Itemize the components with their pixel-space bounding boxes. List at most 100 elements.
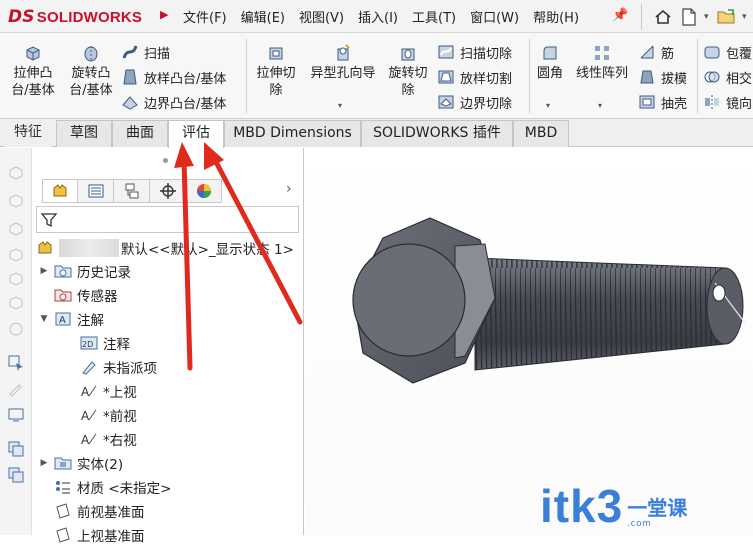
chevron-down-icon[interactable]: ▾ xyxy=(742,12,750,22)
configuration-manager-tab[interactable] xyxy=(114,179,150,203)
tree-item-solid-bodies[interactable]: ▶ 实体(2) xyxy=(38,452,124,474)
tree-item-front-plane[interactable]: 前视基准面 xyxy=(54,500,145,522)
panel-grip-handle[interactable] xyxy=(163,158,168,163)
tree-item-material[interactable]: 材质 <未指定> xyxy=(54,476,171,498)
tab-solidworks-addins[interactable]: SOLIDWORKS 插件 xyxy=(361,120,513,147)
display-manager-tab[interactable] xyxy=(186,179,222,203)
boundary-boss-button[interactable]: 边界凸台/基体 xyxy=(121,92,226,112)
tree-item-history[interactable]: ▶ 历史记录 xyxy=(38,260,131,282)
tree-item-unassigned[interactable]: 未指派项 xyxy=(80,356,157,378)
extrude-boss-button[interactable]: 拉伸凸 台/基体 xyxy=(8,43,58,99)
copy-icon[interactable] xyxy=(7,466,25,484)
site-watermark: itk3 一堂课 .com xyxy=(540,483,687,529)
edit-icon[interactable] xyxy=(7,380,25,398)
tree-item-notes[interactable]: 2D 注释 xyxy=(80,332,130,354)
cube-icon[interactable] xyxy=(7,270,25,288)
pin-icon[interactable]: 📌 xyxy=(612,8,628,24)
dimxpert-tab[interactable] xyxy=(150,179,186,203)
property-manager-tab[interactable] xyxy=(78,179,114,203)
intersect-button[interactable]: 相交 xyxy=(703,67,752,87)
cube-icon[interactable] xyxy=(7,164,25,182)
chevron-down-icon[interactable]: ▾ xyxy=(598,101,602,110)
menu-window[interactable]: 窗口(W) xyxy=(463,7,526,26)
command-manager-ribbon: 拉伸凸 台/基体 旋转凸 台/基体 扫描 放样凸台/基体 边界凸台/基体 拉伸切… xyxy=(0,33,753,119)
tab-mbd[interactable]: MBD xyxy=(513,120,569,147)
chevron-down-icon[interactable]: ▾ xyxy=(546,101,550,110)
cube-icon[interactable] xyxy=(7,192,25,210)
wrap-icon xyxy=(704,46,720,59)
tree-item-label: *右视 xyxy=(103,433,137,449)
tree-item-right-view[interactable]: A *右视 xyxy=(80,428,137,450)
configuration-icon xyxy=(125,183,138,199)
loft-boss-label: 放样凸台/基体 xyxy=(144,71,227,87)
wrap-button[interactable]: 包覆 xyxy=(703,42,752,62)
chevron-right-icon[interactable]: › xyxy=(286,181,292,197)
mirror-button[interactable]: 镜向 xyxy=(703,92,752,112)
cube-icon[interactable] xyxy=(7,246,25,264)
collapse-arrow-icon[interactable]: ▼ xyxy=(38,314,50,324)
graphics-area[interactable]: itk3 一堂课 .com xyxy=(305,148,753,535)
sweep-button[interactable]: 扫描 xyxy=(121,42,170,62)
menu-file[interactable]: 文件(F) xyxy=(176,7,234,26)
tree-item-front-view[interactable]: A *前视 xyxy=(80,404,137,426)
note-2d-icon: 2D xyxy=(80,336,98,350)
logo-text: SOLIDWORKS xyxy=(36,8,143,26)
shell-button[interactable]: 抽壳 xyxy=(638,92,687,112)
sphere-icon[interactable] xyxy=(7,320,25,338)
tab-sketch[interactable]: 草图 xyxy=(56,120,112,147)
extrude-cut-button[interactable]: 拉伸切 除 xyxy=(252,43,300,99)
linear-pattern-button[interactable]: 线性阵列 xyxy=(571,43,633,82)
bolt-model[interactable] xyxy=(305,148,753,535)
tab-surfaces[interactable]: 曲面 xyxy=(112,120,168,147)
revolve-cut-button[interactable]: 旋转切 除 xyxy=(385,43,431,99)
select-icon[interactable] xyxy=(7,354,25,372)
tree-item-sensors[interactable]: 传感器 xyxy=(38,284,118,306)
extrude-boss-icon xyxy=(26,46,40,61)
rib-button[interactable]: 筋 xyxy=(638,42,674,62)
menu-insert[interactable]: 插入(I) xyxy=(351,7,405,26)
copy-icon[interactable] xyxy=(7,440,25,458)
menu-view[interactable]: 视图(V) xyxy=(292,7,351,26)
menu-tools[interactable]: 工具(T) xyxy=(405,7,463,26)
annotation-view-icon: A xyxy=(81,433,97,447)
draft-icon xyxy=(640,70,654,84)
home-icon[interactable] xyxy=(652,6,674,28)
display-icon[interactable] xyxy=(7,406,25,424)
solidworks-logo[interactable]: DS SOLIDWORKS xyxy=(8,6,142,28)
annotations-icon: A xyxy=(55,312,71,326)
hole-wizard-button[interactable]: 异型孔向导 xyxy=(303,43,383,82)
expand-arrow-icon[interactable]: ▶ xyxy=(38,266,50,276)
boundary-boss-icon xyxy=(122,96,138,110)
hole-wizard-label: 异型孔向导 xyxy=(310,66,376,81)
open-folder-icon[interactable] xyxy=(716,6,738,28)
boundary-cut-label: 边界切除 xyxy=(460,96,513,112)
menu-edit[interactable]: 编辑(E) xyxy=(234,7,292,26)
revolve-boss-button[interactable]: 旋转凸 台/基体 xyxy=(65,43,117,99)
tree-item-top-view[interactable]: A *上视 xyxy=(80,380,137,402)
fillet-button[interactable]: 圆角 xyxy=(533,43,567,82)
loft-boss-button[interactable]: 放样凸台/基体 xyxy=(121,67,226,87)
chevron-down-icon[interactable]: ▾ xyxy=(704,12,712,22)
lofted-cut-button[interactable]: 放样切割 xyxy=(437,67,512,87)
new-document-icon[interactable] xyxy=(678,6,700,28)
intersect-label: 相交 xyxy=(726,71,753,87)
tab-mbd-dimensions[interactable]: MBD Dimensions xyxy=(224,120,361,147)
boundary-cut-button[interactable]: 边界切除 xyxy=(437,92,512,112)
tree-root-part[interactable]: 默认<<默认>_显示状态 1> xyxy=(36,237,294,259)
tree-item-annotations[interactable]: ▼ A 注解 xyxy=(38,308,104,330)
svg-text:A: A xyxy=(81,433,90,447)
revolve-boss-label: 旋转凸 台/基体 xyxy=(69,66,113,98)
swept-cut-button[interactable]: 扫描切除 xyxy=(437,42,512,62)
tree-filter-input[interactable] xyxy=(36,206,299,233)
feature-tree-tab[interactable] xyxy=(42,179,78,203)
chevron-down-icon[interactable]: ▾ xyxy=(338,101,342,110)
expand-arrow-icon[interactable]: ▶ xyxy=(38,458,50,468)
cube-icon[interactable] xyxy=(7,294,25,312)
cube-icon[interactable] xyxy=(7,220,25,238)
menu-help[interactable]: 帮助(H) xyxy=(526,7,586,26)
tab-evaluate[interactable]: 评估 xyxy=(168,120,224,148)
tab-features[interactable]: 特征 xyxy=(4,120,52,147)
draft-button[interactable]: 拔模 xyxy=(638,67,687,87)
logo-menu-arrow-icon[interactable]: ▶ xyxy=(160,8,168,21)
tree-item-top-plane[interactable]: 上视基准面 xyxy=(54,524,145,546)
